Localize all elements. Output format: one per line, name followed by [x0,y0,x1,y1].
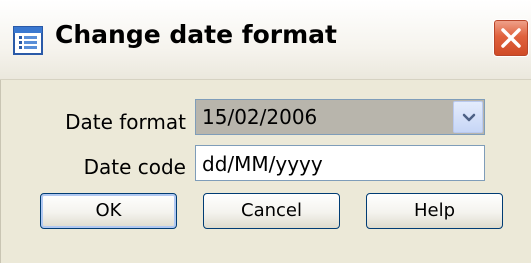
cancel-button[interactable]: Cancel [203,193,340,229]
date-format-label: Date format [65,110,186,134]
date-format-dropdown-button[interactable] [453,101,483,133]
ok-button[interactable]: OK [40,193,177,229]
date-code-input[interactable]: dd/MM/yyyy [195,145,485,181]
date-format-value: 15/02/2006 [202,105,318,129]
title-bar[interactable]: Change date format [0,0,531,80]
close-button[interactable] [493,19,529,57]
calendar-list-icon [13,26,43,55]
date-code-value: dd/MM/yyyy [202,152,323,176]
help-button[interactable]: Help [366,193,503,229]
window-title: Change date format [55,20,337,49]
change-date-format-dialog: Change date format Date format 15/02/200… [0,0,531,263]
window-left-border [0,80,8,263]
date-format-combobox[interactable]: 15/02/2006 [195,99,485,135]
date-code-label: Date code [83,155,186,179]
